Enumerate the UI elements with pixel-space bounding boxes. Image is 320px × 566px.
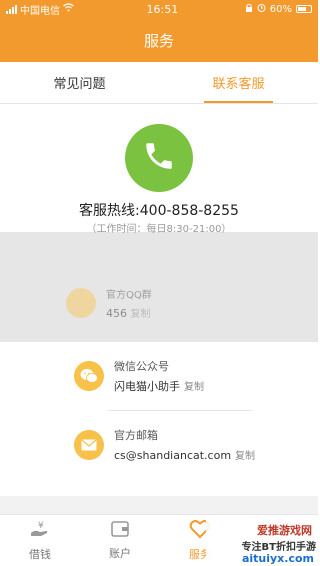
alarm-icon [257,3,266,15]
watermark-line1: 爱推游戏网 [257,524,312,537]
email-item: 官方邮箱 cs@shandiancat.com 复制 [74,427,255,462]
phone-call-button[interactable] [125,124,193,192]
title-bar: 服务 [0,18,318,62]
watermark-line3: aituiyx.com [241,552,314,565]
nav-account-label: 账户 [109,547,131,560]
watermark-line2: 专注BT折扣手游 [241,542,316,553]
status-bar: 中国电信 16:51 60% [0,0,318,18]
lock-icon [245,3,253,15]
loading-overlay [0,232,318,342]
qq-group-label: 官方QQ群 [106,290,152,301]
hotline-number[interactable]: 客服热线:400-858-8255 [0,200,318,220]
qq-group-item: 官方QQ群 456 复制 [66,286,152,320]
qq-copy-button[interactable]: 复制 [131,309,151,320]
qq-icon [66,288,96,318]
carrier-label: 中国电信 [20,5,60,17]
battery-icon [296,5,312,13]
battery-percent: 60% [269,3,292,15]
nav-item-account[interactable]: 账户 [80,515,160,566]
watermark: 爱推游戏网 专注BT折扣手游 aituiyx.com [206,518,318,566]
page-title: 服务 [143,31,174,50]
tab-bar: 常见问题 联系客服 [0,62,318,104]
email-label: 官方邮箱 [114,429,158,442]
divider [108,341,252,342]
wechat-value: 闪电猫小助手 [114,380,180,393]
tab-faq[interactable]: 常见问题 [0,62,159,103]
qq-group-value: 456 [106,307,127,320]
phone-icon [142,139,176,177]
svg-text:¥: ¥ [38,521,44,531]
tab-contact-service[interactable]: 联系客服 [159,62,318,103]
clock: 16:51 [146,2,179,16]
loan-icon: ¥ [29,519,51,542]
mail-icon [74,429,104,460]
wifi-icon [63,3,74,15]
wechat-icon [74,361,104,391]
wallet-icon [110,520,130,541]
divider [108,410,252,411]
nav-loan-label: 借钱 [29,548,51,561]
wechat-copy-button[interactable]: 复制 [184,382,204,393]
nav-item-loan[interactable]: ¥ 借钱 [0,515,80,566]
email-value: cs@shandiancat.com [114,449,232,462]
signal-icon [6,4,17,14]
wechat-label: 微信公众号 [114,360,169,373]
email-copy-button[interactable]: 复制 [235,451,255,462]
wechat-item: 微信公众号 闪电猫小助手 复制 [74,358,204,394]
section-spacer [0,496,318,514]
